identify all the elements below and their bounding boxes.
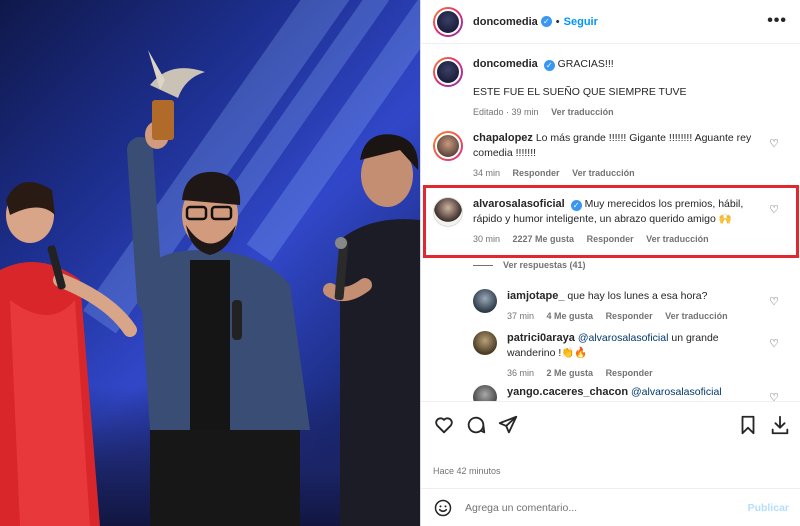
author-username[interactable]: doncomedia [473, 16, 538, 28]
reply-username[interactable]: patrici0araya [507, 332, 575, 344]
comment-input[interactable] [465, 501, 725, 514]
reply-item: yango.caceres_chacon @alvarosalasoficial… [473, 385, 789, 401]
send-icon[interactable] [497, 414, 519, 436]
post-header: doncomedia ✓ • Seguir ••• [421, 0, 800, 44]
like-reply-heart-icon[interactable]: ♡ [769, 337, 779, 350]
replies-line [473, 264, 493, 266]
post-actions-bar [421, 401, 800, 451]
view-replies-toggle[interactable]: Ver respuestas (41) [473, 260, 586, 270]
more-options-icon[interactable]: ••• [767, 13, 787, 29]
reply-button[interactable]: Responder [513, 168, 560, 178]
author-avatar[interactable] [433, 57, 463, 87]
verified-icon: ✓ [570, 200, 582, 211]
commenter-avatar[interactable] [433, 197, 463, 227]
follow-button[interactable]: Seguir [564, 16, 598, 28]
caption-username[interactable]: doncomedia [473, 58, 538, 70]
reply-likes[interactable]: 4 Me gusta [547, 311, 594, 321]
caption-translate-link[interactable]: Ver traducción [551, 107, 614, 117]
comment-time: 34 min [473, 168, 501, 178]
view-replies-label[interactable]: Ver respuestas (41) [503, 260, 586, 270]
comment-likes[interactable]: 2227 Me gusta [513, 234, 575, 244]
translate-link[interactable]: Ver traducción [572, 168, 635, 178]
comment-item: chapalopez Lo más grande !!!!!! Gigante … [433, 131, 789, 181]
reply-time: 36 min [507, 368, 535, 378]
separator-dot: • [555, 15, 560, 28]
publish-button[interactable]: Publicar [748, 502, 789, 514]
caption-text-line2: ESTE FUE EL SUEÑO QUE SIEMPRE TUVE [473, 86, 687, 98]
commenter-avatar[interactable] [433, 131, 463, 161]
man-with-trophy [127, 50, 310, 526]
host-in-black-suit [323, 134, 420, 526]
comment-item: alvarosalasoficial ✓ Muy merecidos los p… [433, 197, 789, 247]
post-timestamp: Hace 42 minutos [433, 466, 501, 476]
translate-link[interactable]: Ver traducción [646, 234, 709, 244]
comments-list[interactable]: doncomedia ✓ GRACIAS!!! ESTE FUE EL SUEÑ… [421, 45, 800, 401]
verified-icon: ✓ [540, 16, 552, 27]
reply-username[interactable]: yango.caceres_chacon [507, 386, 628, 398]
comment-time: 30 min [473, 234, 501, 244]
translate-link[interactable]: Ver traducción [665, 311, 728, 321]
replier-avatar[interactable] [473, 331, 497, 355]
comment-composer: Publicar [421, 488, 800, 526]
download-icon[interactable] [769, 414, 791, 436]
reply-mention[interactable]: @alvarosalasoficial [578, 332, 669, 344]
reply-username[interactable]: iamjotape_ [507, 290, 564, 302]
reply-text: que hay los lunes a esa hora? [567, 290, 708, 302]
verified-icon: ✓ [543, 60, 555, 71]
author-avatar[interactable] [433, 6, 463, 37]
comment-username[interactable]: chapalopez [473, 132, 533, 144]
woman-red-dress [0, 182, 137, 526]
reply-item: patrici0araya @alvarosalasoficial un gra… [473, 331, 789, 381]
caption-text-line1: GRACIAS!!! [557, 58, 614, 70]
stage-people-illustration [0, 50, 420, 526]
reply-button[interactable]: Responder [606, 311, 653, 321]
like-reply-heart-icon[interactable]: ♡ [769, 391, 779, 401]
like-comment-heart-icon[interactable]: ♡ [769, 203, 779, 216]
caption-edited: Editado · 39 min [473, 107, 539, 117]
reply-time: 37 min [507, 311, 535, 321]
replier-avatar[interactable] [473, 289, 497, 313]
reply-item: iamjotape_ que hay los lunes a esa hora?… [473, 289, 789, 324]
heart-icon[interactable] [433, 414, 455, 436]
comment-icon[interactable] [465, 414, 487, 436]
reply-button[interactable]: Responder [587, 234, 634, 244]
reply-likes[interactable]: 2 Me gusta [547, 368, 594, 378]
reply-button[interactable]: Responder [606, 368, 653, 378]
like-reply-heart-icon[interactable]: ♡ [769, 295, 779, 308]
like-comment-heart-icon[interactable]: ♡ [769, 137, 779, 150]
reply-mention[interactable]: @alvarosalasoficial [631, 386, 722, 398]
replier-avatar[interactable] [473, 385, 497, 401]
post-side-panel: doncomedia ✓ • Seguir ••• doncomedia ✓ G… [420, 0, 800, 526]
emoji-icon[interactable] [433, 498, 453, 518]
post-photo [0, 0, 420, 526]
post-caption: doncomedia ✓ GRACIAS!!! ESTE FUE EL SUEÑ… [433, 57, 789, 120]
comment-username[interactable]: alvarosalasoficial [473, 198, 565, 210]
bookmark-icon[interactable] [737, 414, 759, 436]
